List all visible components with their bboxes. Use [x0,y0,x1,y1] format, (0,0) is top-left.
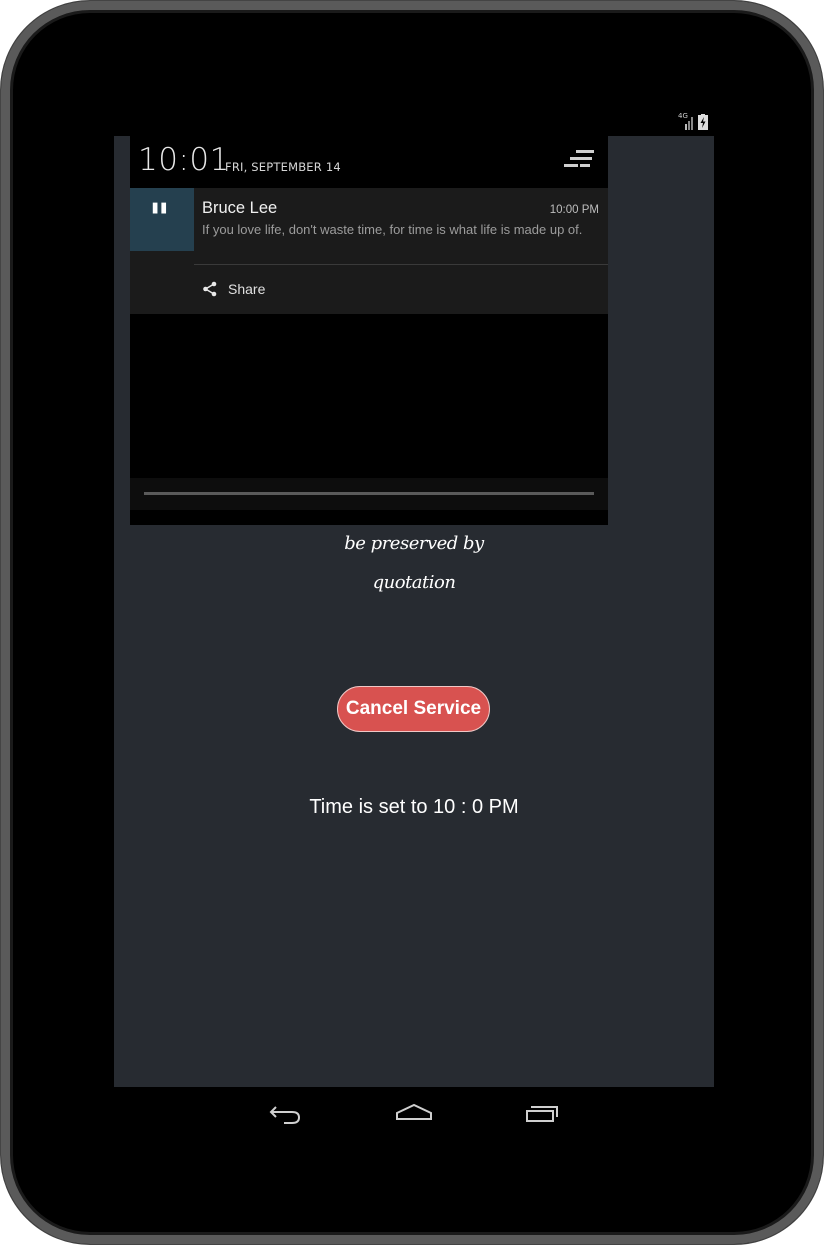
notification-divider [194,264,608,265]
time-status-text: Time is set to 10 : 0 PM [309,796,519,818]
tagline-line-2: quotation [372,572,456,593]
back-icon[interactable] [266,1097,306,1129]
recents-icon[interactable] [523,1097,563,1129]
cancel-service-button[interactable]: Cancel Service [337,686,490,732]
share-icon [202,281,218,297]
share-action-label: Share [228,281,266,297]
svg-text:": " [149,195,170,242]
signal-icon: 4G [678,112,694,130]
notification-title: Bruce Lee [202,199,278,217]
shade-drag-area[interactable] [130,478,608,510]
shade-drag-handle[interactable] [144,492,594,495]
notification-text: If you love life, don't waste time, for … [202,222,583,237]
shade-clock: 10:01 [138,142,230,178]
navigation-bar [114,1087,714,1139]
notification-shade[interactable]: 10:01 FRI, SEPTEMBER 14 " Bruce Lee 10:0… [130,136,608,525]
status-bar: 4G [114,108,714,136]
battery-charging-icon [698,114,708,130]
share-action-button[interactable]: Share [202,276,265,302]
shade-header: 10:01 FRI, SEPTEMBER 14 [130,136,608,188]
notification-time: 10:00 PM [549,204,599,216]
quote-icon: " [130,188,194,251]
clear-all-icon[interactable] [564,148,598,174]
home-icon[interactable] [394,1097,434,1129]
shade-date[interactable]: FRI, SEPTEMBER 14 [225,160,341,174]
tagline-line-1: be preserved by [344,533,484,554]
